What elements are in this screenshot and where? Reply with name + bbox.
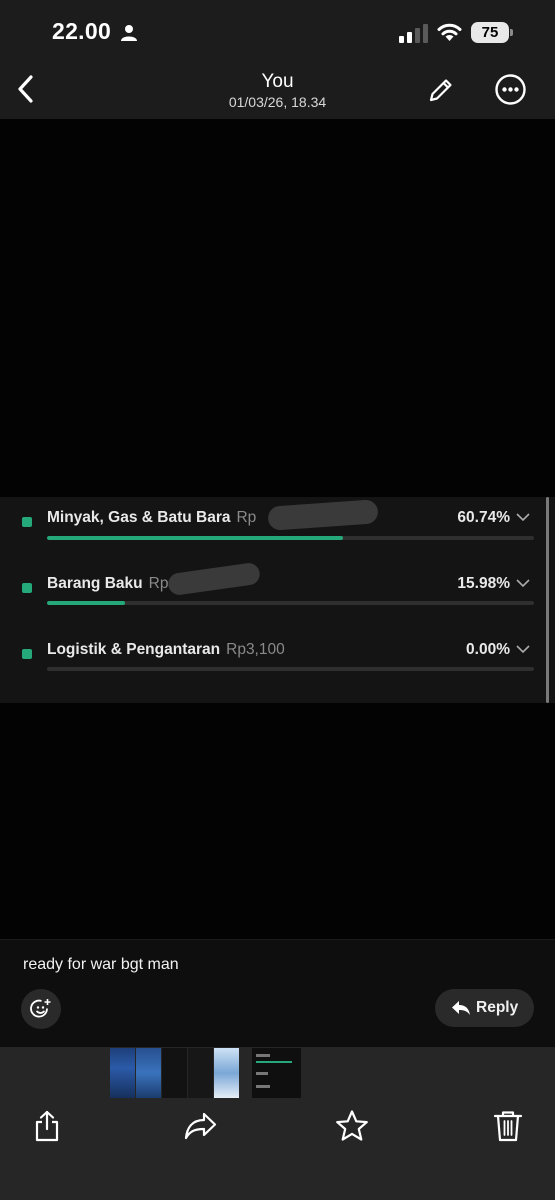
media-thumbnail[interactable] xyxy=(136,1048,161,1098)
media-thumbnail-strip[interactable] xyxy=(110,1048,301,1098)
battery-level: 75 xyxy=(471,22,509,43)
status-bar: 22.00 75 xyxy=(0,0,555,64)
thumbnail-text-line xyxy=(256,1072,268,1075)
more-icon[interactable] xyxy=(494,73,527,106)
category-dot xyxy=(22,517,32,527)
category-label: Barang Baku Rp xyxy=(47,575,169,592)
media-thumbnail[interactable] xyxy=(214,1048,239,1098)
chevron-down-icon xyxy=(516,579,530,588)
media-thumbnail[interactable] xyxy=(110,1048,135,1098)
allocation-progress-fill xyxy=(47,601,125,605)
image-scroll-indicator xyxy=(546,497,549,703)
share-icon[interactable] xyxy=(30,1109,64,1143)
category-percent: 0.00% xyxy=(466,641,510,658)
allocation-progress-bar xyxy=(47,536,534,540)
category-amount: Rp xyxy=(236,509,257,526)
allocation-progress-fill xyxy=(47,536,343,540)
thumbnail-text-line xyxy=(256,1085,270,1088)
cellular-signal-icon xyxy=(399,24,428,43)
person-icon xyxy=(121,25,137,41)
category-percent: 15.98% xyxy=(457,575,510,592)
allocation-row-oil-gas-coal: Minyak, Gas & Batu Bara Rp 60.74% xyxy=(0,497,545,553)
trash-icon[interactable] xyxy=(491,1109,525,1143)
media-thumbnail-current[interactable] xyxy=(252,1048,301,1098)
thumbnail-bar xyxy=(256,1061,292,1063)
sender-name: You xyxy=(261,71,294,92)
allocation-progress-bar xyxy=(47,667,534,671)
wifi-icon xyxy=(437,23,462,41)
reply-button[interactable]: Reply xyxy=(435,989,534,1027)
add-reaction-button[interactable] xyxy=(21,989,61,1029)
message-timestamp: 01/03/26, 18.34 xyxy=(228,94,327,110)
allocation-row-raw-materials: Barang Baku Rp 15.98% xyxy=(0,561,545,619)
category-percent: 60.74% xyxy=(457,509,510,526)
bottom-toolbar xyxy=(0,1047,555,1200)
reply-label: Reply xyxy=(476,999,519,1016)
forward-icon[interactable] xyxy=(184,1109,218,1143)
category-label: Minyak, Gas & Batu Bara Rp xyxy=(47,509,257,526)
message-header: You 01/03/26, 18.34 xyxy=(0,64,555,119)
thumbnail-separator xyxy=(240,1048,252,1098)
category-amount: Rp xyxy=(148,575,169,592)
category-label: Logistik & Pengantaran Rp3,100 xyxy=(47,641,285,658)
caption-panel: ready for war bgt man Reply xyxy=(0,939,555,1047)
media-thumbnail[interactable] xyxy=(162,1048,187,1098)
category-amount: Rp3,100 xyxy=(226,641,285,658)
shared-image: Minyak, Gas & Batu Bara Rp 60.74% Barang … xyxy=(0,497,555,703)
redaction-scribble xyxy=(166,561,262,597)
battery-indicator: 75 xyxy=(471,22,513,43)
emoji-add-icon xyxy=(30,999,51,1018)
thumbnail-text-line xyxy=(256,1054,270,1057)
category-dot xyxy=(22,583,32,593)
star-icon[interactable] xyxy=(335,1109,369,1143)
allocation-progress-bar xyxy=(47,601,534,605)
category-dot xyxy=(22,649,32,659)
pencil-icon[interactable] xyxy=(427,76,455,104)
battery-tip xyxy=(510,29,513,36)
reply-arrow-icon xyxy=(452,1001,470,1015)
media-viewer: Minyak, Gas & Batu Bara Rp 60.74% Barang … xyxy=(0,119,555,939)
redaction-scribble xyxy=(267,499,379,531)
chevron-down-icon xyxy=(516,513,530,522)
chevron-down-icon xyxy=(516,645,530,654)
message-caption: ready for war bgt man xyxy=(23,956,179,973)
allocation-row-logistics: Logistik & Pengantaran Rp3,100 0.00% xyxy=(0,629,545,685)
media-thumbnail[interactable] xyxy=(188,1048,213,1098)
status-time: 22.00 xyxy=(52,18,112,44)
